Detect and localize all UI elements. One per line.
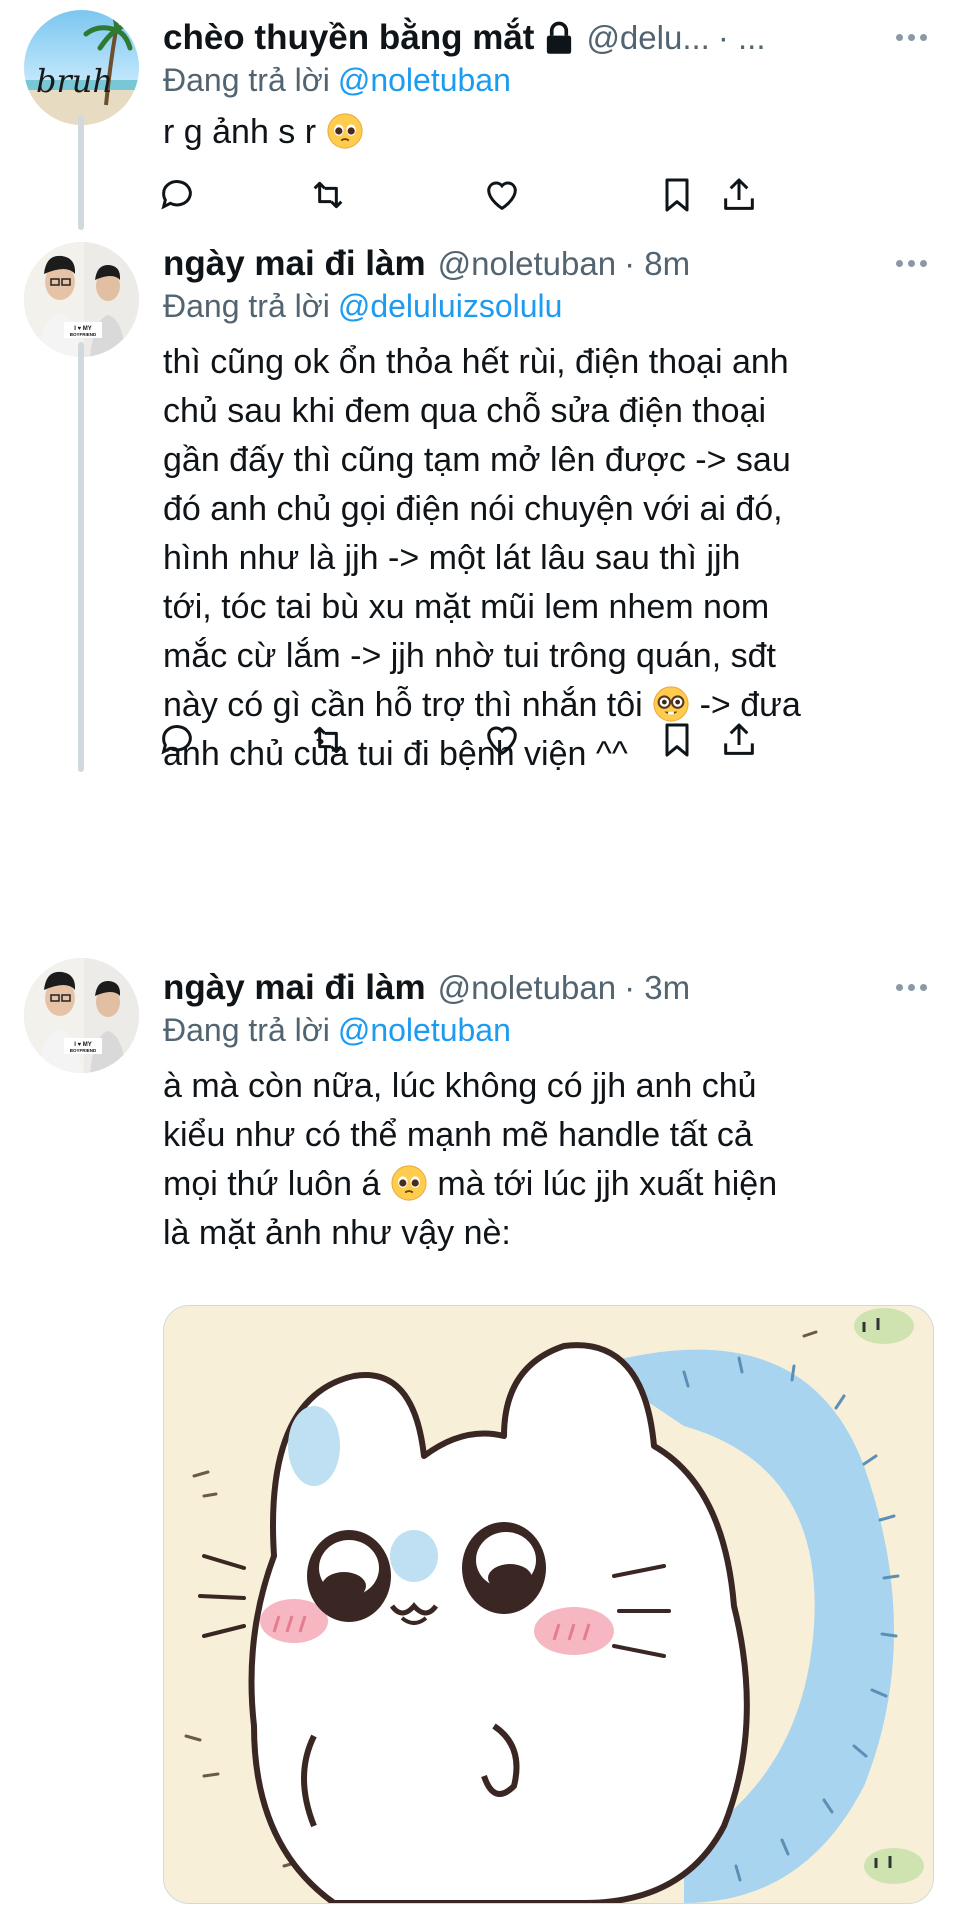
reply-mention[interactable]: @deluluizsolulu	[338, 288, 563, 324]
avatar-caption: bruh	[36, 62, 113, 100]
reply-prefix: Đang trả lời	[163, 1012, 330, 1048]
bookmark-icon[interactable]	[655, 718, 699, 762]
reply-context: Đang trả lời @noletuban	[163, 62, 511, 99]
tweet-header: ngày mai đi làm @noletuban · 8m	[163, 242, 933, 286]
tweet-text-line: chủ sau khi đem qua chỗ sửa điện thoại	[163, 392, 767, 430]
illustration	[164, 1306, 933, 1903]
handle[interactable]: @delu...	[586, 19, 709, 57]
reply-mention[interactable]: @noletuban	[338, 62, 511, 98]
retweet-icon[interactable]	[306, 718, 350, 762]
reply-prefix: Đang trả lời	[163, 62, 330, 98]
tweet-text-line: kiểu như có thể mạnh mẽ handle tất cả	[163, 1116, 753, 1154]
tweet-media-image[interactable]	[163, 1305, 934, 1904]
tweet-text: à mà còn nữa, lúc không có jjh anh chủ k…	[163, 1062, 938, 1258]
tweet-text-line: à mà còn nữa, lúc không có jjh anh chủ	[163, 1067, 757, 1105]
tweet-text-line: mắc cừ lắm -> jjh nhờ tui trông quán, sđ…	[163, 637, 776, 675]
avatar[interactable]: I ♥ MY BOYFRIEND	[24, 242, 139, 357]
share-icon[interactable]	[717, 718, 761, 762]
tweet-actions	[161, 718, 933, 762]
more-icon[interactable]	[896, 260, 927, 267]
handle[interactable]: @noletuban	[438, 245, 616, 283]
share-icon[interactable]	[717, 173, 761, 217]
tweet-text-line: thì cũng ok ổn thỏa hết rùi, điện thoại …	[163, 343, 789, 381]
retweet-icon[interactable]	[306, 173, 350, 217]
tweet-text-line: mọi thứ luôn á mà tới lúc jjh xuất hiện	[163, 1160, 938, 1209]
reply-context: Đang trả lời @deluluizsolulu	[163, 288, 562, 325]
like-icon[interactable]	[480, 718, 524, 762]
more-icon[interactable]	[896, 34, 927, 41]
tweet-text-segment: mọi thứ luôn á	[163, 1165, 381, 1203]
reply-prefix: Đang trả lời	[163, 288, 330, 324]
tweet-text-line: là mặt ảnh như vậy nè:	[163, 1214, 511, 1252]
thread-line	[78, 115, 84, 230]
tweet-text-line: gần đấy thì cũng tạm mở lên được -> sau	[163, 441, 791, 479]
avatar[interactable]: bruh	[24, 10, 139, 125]
pleading-face-emoji	[326, 112, 364, 150]
timestamp[interactable]: · 8m	[624, 245, 690, 283]
svg-text:BOYFRIEND: BOYFRIEND	[70, 1048, 97, 1053]
reply-icon[interactable]	[155, 173, 199, 217]
tweet-text-line: hình như là jjh -> một lát lâu sau thì j…	[163, 539, 741, 577]
pleading-face-emoji	[390, 1164, 428, 1202]
reply-context: Đang trả lời @noletuban	[163, 1012, 511, 1049]
display-name[interactable]: chèo thuyền bằng mắt	[163, 18, 534, 58]
tweet-text: r g ảnh s r	[163, 108, 938, 157]
tweet-header: ngày mai đi làm @noletuban · 3m	[163, 966, 933, 1010]
tweet-text-segment: mà tới lúc jjh xuất hiện	[437, 1165, 778, 1203]
thread-line	[78, 342, 84, 772]
avatar[interactable]: I ♥ MY BOYFRIEND	[24, 958, 139, 1073]
more-icon[interactable]	[896, 984, 927, 991]
tweet-text-line: đó anh chủ gọi điện nói chuyện với ai đó…	[163, 490, 783, 528]
tweet-text-line: tới, tóc tai bù xu mặt mũi lem nhem nom	[163, 588, 770, 626]
timestamp[interactable]: · 3m	[624, 969, 690, 1007]
tweet-text: thì cũng ok ổn thỏa hết rùi, điện thoại …	[163, 338, 938, 779]
bookmark-icon[interactable]	[655, 173, 699, 217]
display-name[interactable]: ngày mai đi làm	[163, 968, 426, 1008]
tweet-1[interactable]: bruh chèo thuyền bằng mắt @delu... · ...…	[0, 0, 953, 230]
reply-mention[interactable]: @noletuban	[338, 1012, 511, 1048]
lock-icon	[544, 21, 574, 55]
tweet-actions	[161, 173, 933, 217]
svg-text:BOYFRIEND: BOYFRIEND	[70, 332, 97, 337]
tweet-header: chèo thuyền bằng mắt @delu... · ...	[163, 16, 933, 60]
timestamp[interactable]: · ...	[718, 19, 766, 57]
display-name[interactable]: ngày mai đi làm	[163, 244, 426, 284]
reply-icon[interactable]	[155, 718, 199, 762]
like-icon[interactable]	[480, 173, 524, 217]
tweet-text-line: r g ảnh s r	[163, 113, 317, 151]
handle[interactable]: @noletuban	[438, 969, 616, 1007]
tweet-2[interactable]: I ♥ MY BOYFRIEND ngày mai đi làm @noletu…	[0, 230, 953, 773]
